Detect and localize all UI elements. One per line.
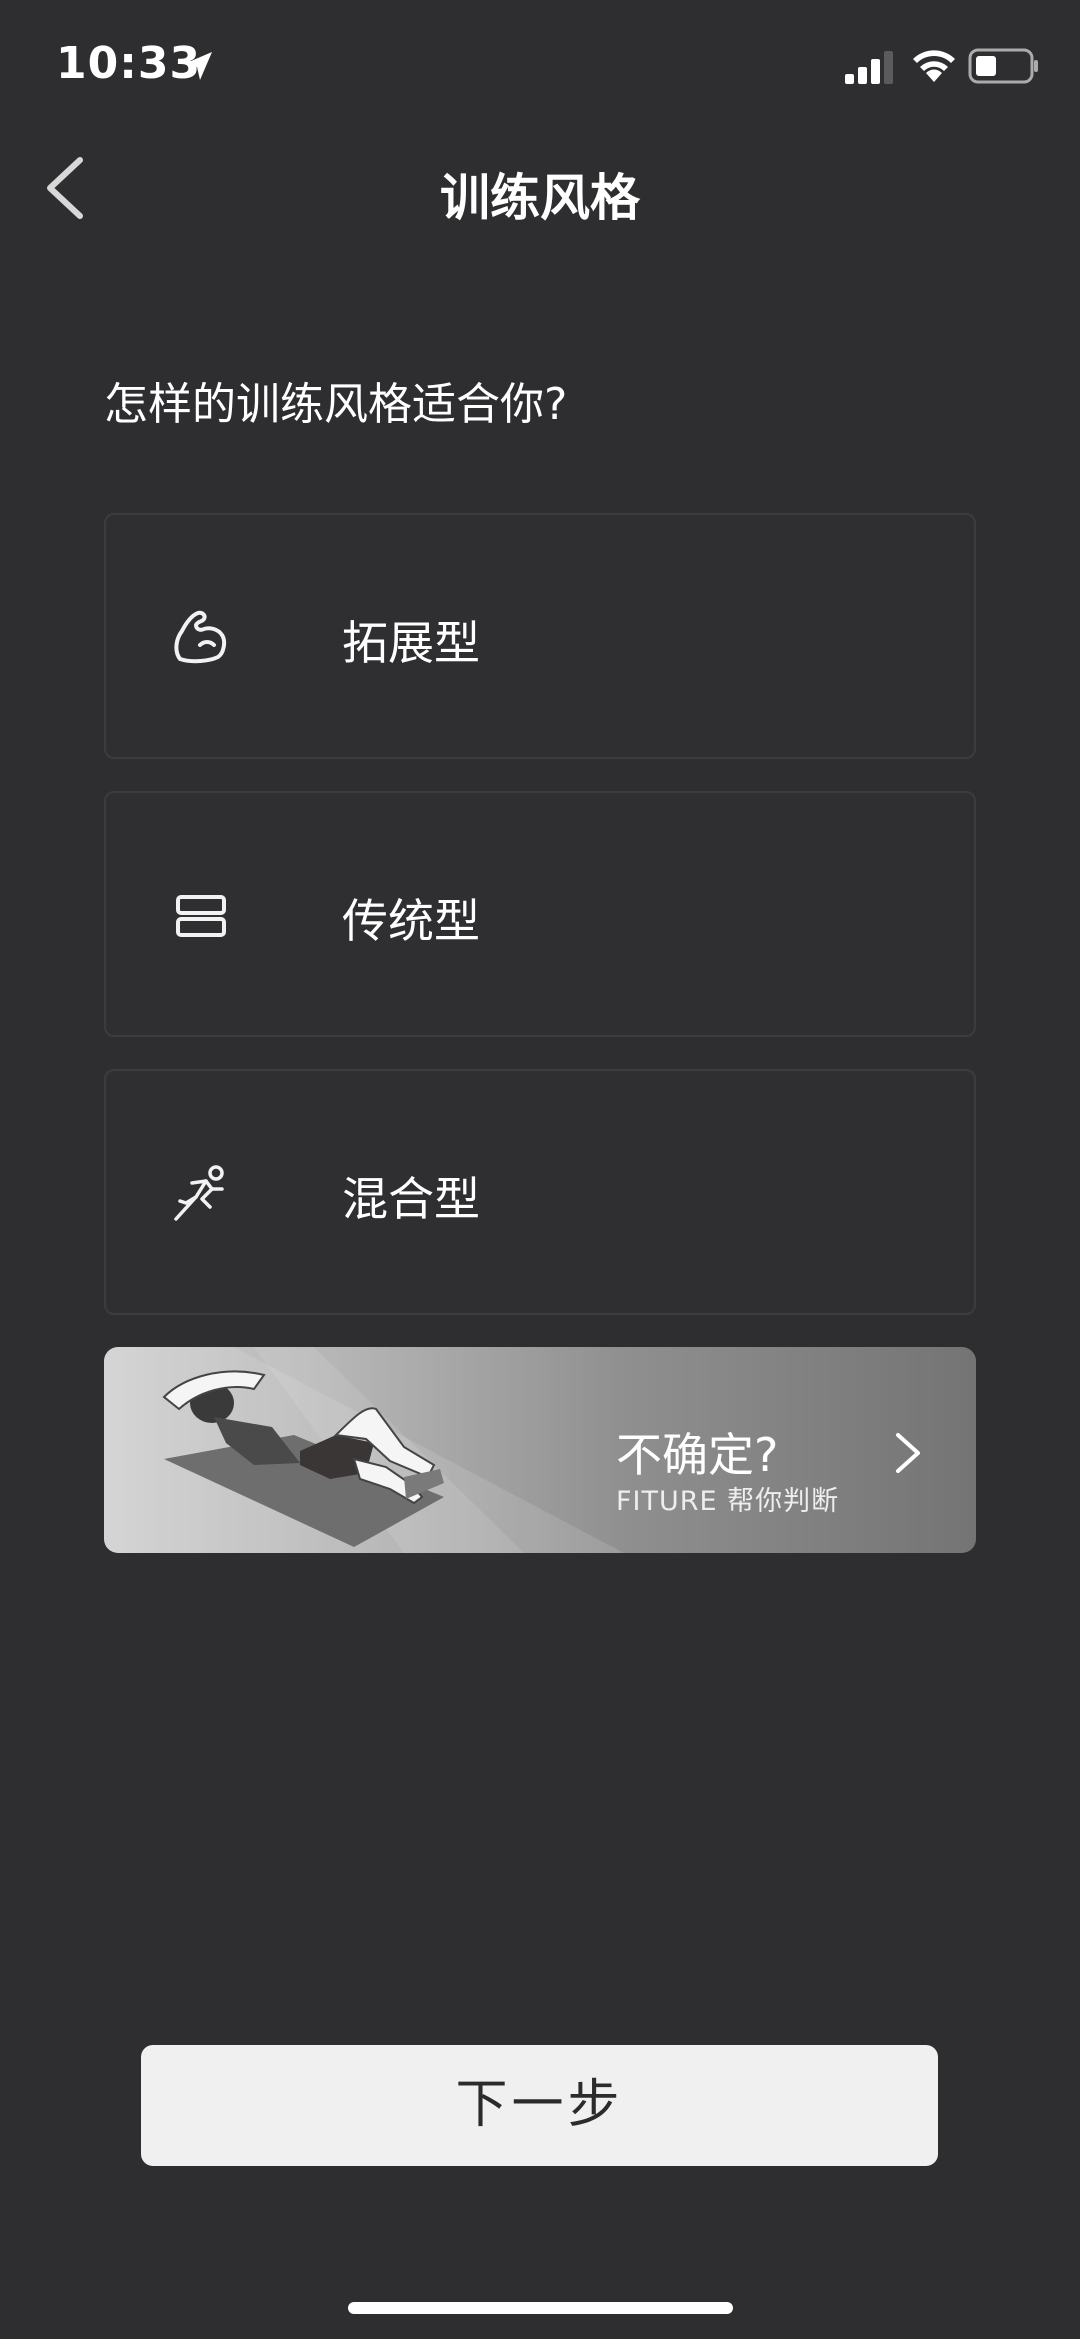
location-arrow-icon	[184, 52, 212, 80]
option-label: 传统型	[342, 894, 480, 948]
wifi-icon	[913, 50, 955, 82]
unsure-banner[interactable]: 不确定? FITURE 帮你判断	[104, 1347, 976, 1553]
question-heading: 怎样的训练风格适合你?	[104, 379, 568, 430]
status-time: 10:33	[56, 38, 202, 89]
banner-title: 不确定?	[616, 1428, 779, 1482]
situp-illustration	[104, 1347, 624, 1553]
running-figure-icon	[174, 1165, 224, 1221]
next-step-button[interactable]: 下一步	[141, 2045, 938, 2166]
page-title: 训练风格	[440, 169, 640, 227]
flexed-arm-icon	[174, 610, 227, 664]
chevron-right-icon	[896, 1433, 920, 1473]
option-label: 混合型	[342, 1172, 480, 1226]
battery-icon	[968, 48, 1038, 84]
option-card-expansion[interactable]: 拓展型	[104, 513, 976, 759]
cellular-signal-icon	[845, 51, 893, 84]
option-label: 拓展型	[342, 616, 480, 670]
dumbbell-plate-icon	[176, 895, 226, 937]
option-card-traditional[interactable]: 传统型	[104, 791, 976, 1037]
banner-subtitle: FITURE 帮你判断	[616, 1486, 840, 1517]
option-card-hybrid[interactable]: 混合型	[104, 1069, 976, 1315]
home-indicator	[348, 2302, 733, 2314]
